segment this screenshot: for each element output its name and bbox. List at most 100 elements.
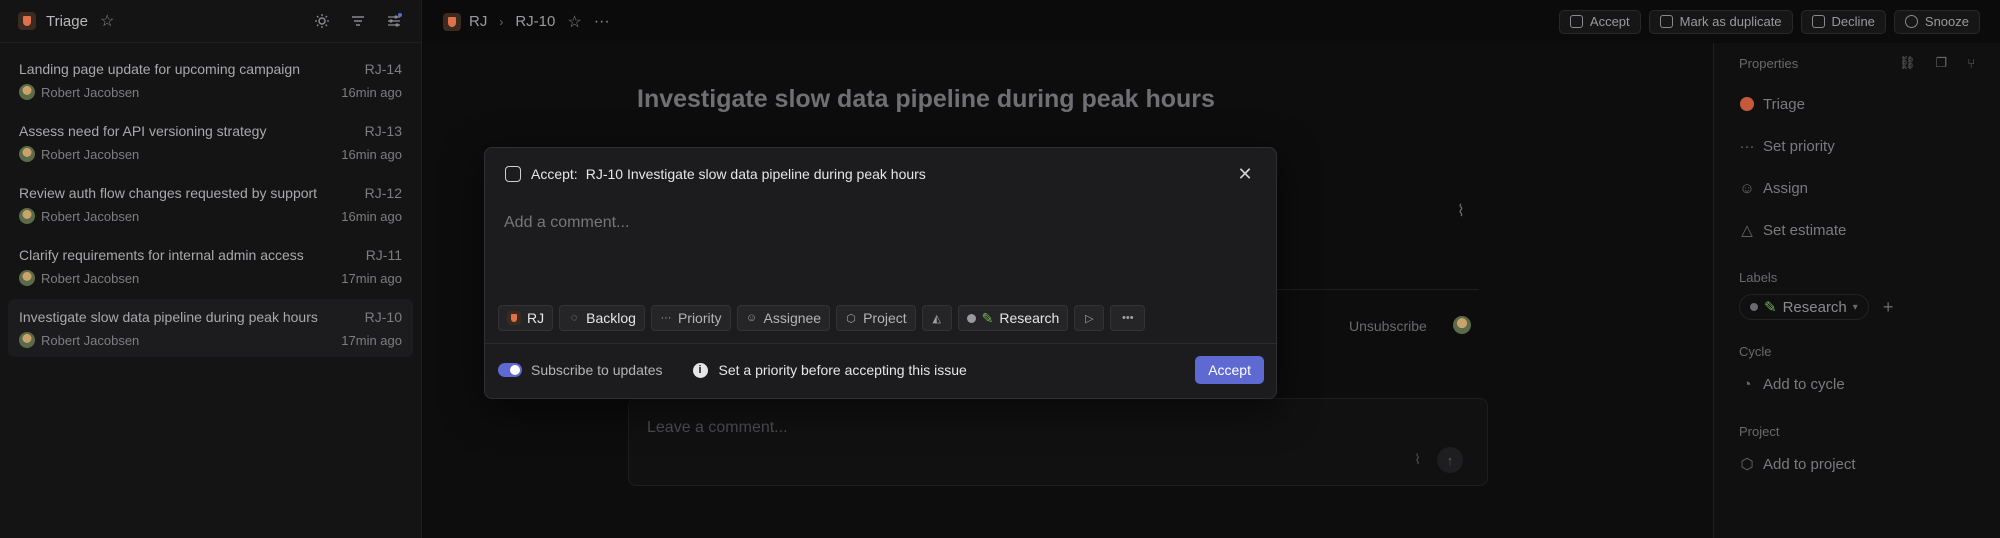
status-chip-label: Backlog (586, 310, 636, 326)
subscribe-label: Subscribe to updates (531, 362, 663, 378)
priority-icon: ··· (1739, 137, 1755, 155)
list-item[interactable]: Clarify requirements for internal admin … (8, 237, 413, 295)
priority-chip-label: Priority (677, 310, 722, 326)
estimate-chip[interactable]: ◭ (921, 305, 952, 331)
avatar (19, 146, 35, 162)
paperclip-icon[interactable]: ⌇ (1414, 451, 1421, 468)
label-chip[interactable]: ✎ Research (957, 305, 1069, 331)
backlog-icon: ◌ (570, 312, 578, 324)
list-item[interactable]: Assess need for API versioning strategy … (8, 113, 413, 171)
cube-icon: ⬡ (846, 312, 856, 325)
issue-id: RJ-13 (364, 123, 402, 139)
assignee-chip[interactable]: ☺ Assignee (736, 305, 831, 331)
mark-duplicate-button[interactable]: Mark as duplicate (1648, 9, 1793, 34)
cycle-property[interactable]: ◔ Add to cycle (1739, 363, 1975, 405)
cycle-value: Add to cycle (1763, 375, 1845, 393)
issue-title: Investigate slow data pipeline during pe… (19, 309, 318, 325)
issue-author: Robert Jacobsen (41, 146, 140, 162)
issue-list: Landing page update for upcoming campaig… (0, 43, 421, 369)
avatar (19, 208, 35, 224)
accept-top-button[interactable]: Accept (1558, 9, 1641, 34)
avatar (1453, 316, 1471, 334)
decline-button[interactable]: Decline (1800, 9, 1886, 34)
issue-author: Robert Jacobsen (41, 332, 140, 348)
status-chip[interactable]: ◌ Backlog (559, 305, 645, 331)
accept-button[interactable]: Accept (1195, 356, 1264, 384)
accept-dialog: Accept: RJ-10 Investigate slow data pipe… (484, 147, 1277, 399)
issue-time: 16min ago (341, 209, 402, 224)
label-dot-icon (1750, 303, 1758, 311)
divider (485, 343, 1276, 344)
chevron-right-icon: › (499, 14, 504, 29)
issue-toolbar: RJ › RJ-10 ☆ ··· Accept Mark as duplicat… (423, 0, 2000, 43)
issue-title: Assess need for API versioning strategy (19, 123, 267, 139)
assignee-property[interactable]: ☺ Assign (1739, 167, 1975, 209)
labels-heading: Labels (1739, 269, 1778, 285)
paperclip-icon[interactable]: ⌇ (1457, 201, 1465, 221)
link-icon[interactable]: ⛓ (1899, 55, 1916, 71)
project-property[interactable]: ⬡ Add to project (1739, 443, 1975, 485)
page-title: Triage (46, 12, 88, 30)
subscribe-toggle[interactable] (498, 363, 522, 377)
accept-icon (1569, 15, 1583, 28)
comment-input[interactable]: Add a comment... (504, 214, 629, 232)
comment-box[interactable]: Leave a comment... ⌇ ↑ (628, 398, 1488, 486)
issue-id: RJ-14 (364, 61, 402, 77)
label-chip-research[interactable]: ✎ Research ▾ (1739, 294, 1869, 320)
triage-header: Triage ☆ (0, 0, 421, 43)
estimate-icon: △ (1741, 222, 1753, 239)
team-icon (18, 12, 36, 30)
snooze-button[interactable]: Snooze (1893, 9, 1980, 34)
issue-title: Review auth flow changes requested by su… (19, 185, 318, 201)
clock-icon (1904, 15, 1918, 28)
settings-sliders-icon[interactable] (385, 12, 403, 30)
branch-icon[interactable]: ⑂ (1967, 56, 1975, 71)
play-circle-icon: ▷ (1085, 312, 1094, 325)
triage-icon (1740, 97, 1754, 111)
duplicate-label: Mark as duplicate (1679, 14, 1782, 29)
list-item[interactable]: Landing page update for upcoming campaig… (8, 51, 413, 109)
add-label-icon[interactable]: + (1883, 297, 1894, 318)
issue-time: 17min ago (341, 271, 402, 286)
estimate-value: Set estimate (1763, 221, 1847, 239)
star-icon[interactable]: ☆ (567, 12, 581, 32)
project-chip[interactable]: ⬡ Project (836, 305, 916, 331)
duplicate-icon (1659, 15, 1673, 28)
display-icon[interactable] (313, 12, 331, 30)
cube-icon: ⬡ (1740, 456, 1754, 473)
estimate-property[interactable]: △ Set estimate (1739, 209, 1975, 251)
copy-icon[interactable]: ❐ (1936, 55, 1948, 71)
send-icon[interactable]: ↑ (1437, 447, 1463, 473)
team-chip[interactable]: RJ (498, 305, 554, 331)
issue-time: 16min ago (341, 147, 402, 162)
issue-time: 16min ago (341, 85, 402, 100)
unsubscribe-link[interactable]: Unsubscribe (1349, 318, 1427, 334)
star-icon[interactable]: ☆ (100, 11, 114, 31)
list-item[interactable]: Review auth flow changes requested by su… (8, 175, 413, 233)
breadcrumb-team[interactable]: RJ (469, 13, 487, 30)
cycle-chip[interactable]: ▷ (1074, 305, 1105, 331)
issue-id: RJ-12 (364, 185, 402, 201)
property-chips: RJ ◌ Backlog ··· Priority ☺ Assignee ⬡ Proje… (498, 305, 1146, 331)
decline-icon (1811, 15, 1825, 28)
priority-chip[interactable]: ··· Priority (650, 305, 731, 331)
chevron-down-icon: ▾ (1852, 301, 1858, 313)
properties-panel: Properties ⛓ ❐ ⑂ Triage ··· Set priority … (1713, 43, 2000, 538)
more-chip[interactable]: ••• (1110, 305, 1146, 331)
list-item-selected[interactable]: Investigate slow data pipeline during pe… (8, 299, 413, 357)
team-icon (443, 12, 461, 31)
priority-property[interactable]: ··· Set priority (1739, 125, 1975, 167)
issue-title: Clarify requirements for internal admin … (19, 247, 304, 263)
breadcrumb-issue[interactable]: RJ-10 (515, 13, 555, 30)
more-icon[interactable]: ··· (594, 13, 610, 31)
cycle-icon: ◔ (1742, 375, 1752, 393)
avatar (19, 84, 35, 100)
status-property[interactable]: Triage (1739, 83, 1975, 125)
issue-title-heading[interactable]: Investigate slow data pipeline during pe… (637, 85, 1215, 114)
filter-icon[interactable] (349, 12, 367, 30)
dialog-issue: RJ-10 Investigate slow data pipeline dur… (585, 166, 926, 182)
properties-heading: Properties (1739, 55, 1799, 71)
close-icon[interactable]: ✕ (1234, 163, 1256, 185)
assignee-icon: ☺ (745, 312, 758, 324)
project-chip-label: Project (863, 310, 907, 326)
